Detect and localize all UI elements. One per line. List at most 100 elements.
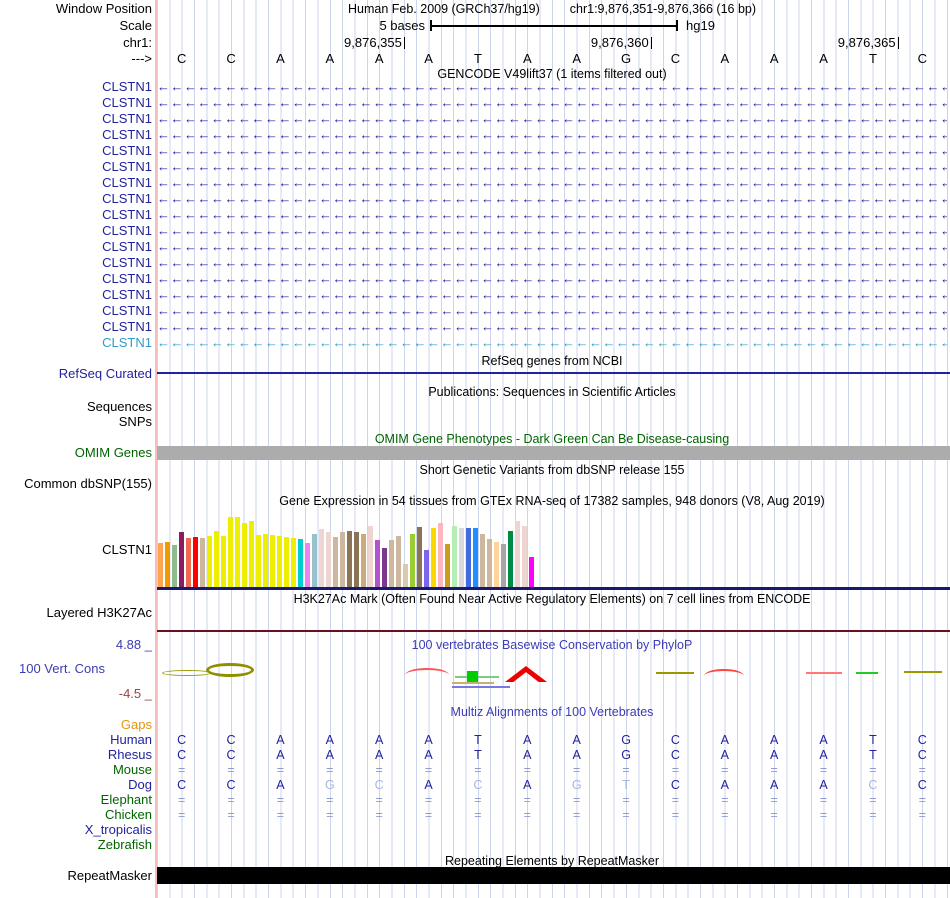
gtex-tissue-bar[interactable] [158, 543, 163, 587]
multiz-species-label[interactable]: Chicken [0, 808, 152, 822]
layered-h3k27ac-label[interactable]: Layered H3K27Ac [0, 606, 152, 620]
gencode-transcript-row[interactable]: ←←←←←←←←←←←←←←←←←←←←←←←←←←←←←←←←←←←←←←←←… [157, 96, 947, 110]
gtex-tissue-bar[interactable] [501, 544, 506, 587]
vert-cons-label[interactable]: 100 Vert. Cons [0, 662, 105, 676]
gtex-tissue-bar[interactable] [473, 528, 478, 587]
multiz-cell[interactable]: = [355, 793, 404, 807]
multiz-cell[interactable]: = [848, 763, 897, 777]
multiz-cell[interactable]: = [206, 808, 255, 822]
gtex-tissue-bar[interactable] [326, 532, 331, 587]
gtex-tissue-bar[interactable] [466, 528, 471, 587]
multiz-cell[interactable]: T [848, 748, 897, 762]
gencode-transcript-row[interactable]: ←←←←←←←←←←←←←←←←←←←←←←←←←←←←←←←←←←←←←←←←… [157, 272, 947, 286]
gencode-transcript-row[interactable]: ←←←←←←←←←←←←←←←←←←←←←←←←←←←←←←←←←←←←←←←←… [157, 288, 947, 302]
gtex-tissue-bar[interactable] [172, 545, 177, 587]
multiz-cell[interactable]: A [750, 733, 799, 747]
multiz-cell[interactable]: = [552, 763, 601, 777]
multiz-cell[interactable]: A [799, 778, 848, 792]
multiz-species-label[interactable]: Gaps [0, 718, 152, 732]
multiz-cell[interactable]: = [601, 763, 650, 777]
multiz-cell[interactable]: = [601, 808, 650, 822]
omim-track-title[interactable]: OMIM Gene Phenotypes - Dark Green Can Be… [157, 432, 947, 446]
gencode-item-label[interactable]: CLSTN1 [0, 128, 152, 142]
multiz-cell[interactable]: = [700, 808, 749, 822]
gencode-item-label[interactable]: CLSTN1 [0, 208, 152, 222]
multiz-cell[interactable]: = [750, 808, 799, 822]
gencode-transcript-row[interactable]: ←←←←←←←←←←←←←←←←←←←←←←←←←←←←←←←←←←←←←←←←… [157, 320, 947, 334]
multiz-cell[interactable]: = [799, 808, 848, 822]
multiz-species-label[interactable]: Mouse [0, 763, 152, 777]
multiz-cell[interactable]: = [305, 763, 354, 777]
phylop-glyph-line[interactable] [656, 672, 694, 674]
multiz-cell[interactable]: T [601, 778, 650, 792]
multiz-cell[interactable]: G [601, 733, 650, 747]
multiz-cell[interactable]: = [700, 763, 749, 777]
gtex-tissue-bar[interactable] [396, 536, 401, 587]
gtex-tissue-bar[interactable] [340, 532, 345, 587]
multiz-cell[interactable]: T [453, 733, 502, 747]
multiz-cell[interactable]: C [453, 778, 502, 792]
multiz-cell[interactable]: A [355, 748, 404, 762]
sequence-base[interactable]: C [157, 52, 206, 66]
sequence-base[interactable]: C [898, 52, 947, 66]
gtex-tissue-bar[interactable] [284, 537, 289, 587]
multiz-species-label[interactable]: Elephant [0, 793, 152, 807]
dbsnp-track-title[interactable]: Short Genetic Variants from dbSNP releas… [157, 463, 947, 477]
sequence-base[interactable]: A [750, 52, 799, 66]
gtex-tissue-bar[interactable] [165, 542, 170, 587]
multiz-cell[interactable]: A [552, 748, 601, 762]
multiz-cell[interactable]: = [305, 808, 354, 822]
gencode-item-label[interactable]: CLSTN1 [0, 288, 152, 302]
multiz-cell[interactable]: = [898, 808, 947, 822]
gtex-tissue-bar[interactable] [249, 521, 254, 587]
sequence-base[interactable]: A [404, 52, 453, 66]
gtex-tissue-bar[interactable] [228, 517, 233, 587]
multiz-cell[interactable]: A [503, 733, 552, 747]
gtex-tissue-bar[interactable] [361, 534, 366, 587]
multiz-cell[interactable]: = [750, 763, 799, 777]
gtex-tissue-bar[interactable] [375, 540, 380, 587]
sequence-base[interactable]: A [700, 52, 749, 66]
multiz-cell[interactable]: A [256, 733, 305, 747]
gencode-transcript-row[interactable]: ←←←←←←←←←←←←←←←←←←←←←←←←←←←←←←←←←←←←←←←←… [157, 160, 947, 174]
gencode-transcript-row[interactable]: ←←←←←←←←←←←←←←←←←←←←←←←←←←←←←←←←←←←←←←←←… [157, 112, 947, 126]
phylop-glyph-line[interactable] [904, 671, 942, 673]
gtex-tissue-bar[interactable] [270, 535, 275, 587]
sequence-base[interactable]: T [453, 52, 502, 66]
gencode-item-label[interactable]: CLSTN1 [0, 96, 152, 110]
multiz-cell[interactable]: C [355, 778, 404, 792]
multiz-cell[interactable]: = [503, 793, 552, 807]
sequence-base[interactable]: A [552, 52, 601, 66]
multiz-cell[interactable]: = [601, 793, 650, 807]
refseq-curated-label[interactable]: RefSeq Curated [0, 367, 152, 381]
gencode-item-label[interactable]: CLSTN1 [0, 176, 152, 190]
gtex-tissue-bar[interactable] [186, 538, 191, 587]
multiz-cell[interactable]: = [898, 793, 947, 807]
multiz-cell[interactable]: = [453, 763, 502, 777]
multiz-cell[interactable]: C [206, 778, 255, 792]
gtex-tissue-bar[interactable] [207, 536, 212, 587]
gtex-tissue-bar[interactable] [214, 531, 219, 587]
gtex-tissue-bar[interactable] [221, 536, 226, 587]
multiz-cell[interactable]: C [651, 733, 700, 747]
multiz-cell[interactable]: = [503, 763, 552, 777]
multiz-species-label[interactable]: Rhesus [0, 748, 152, 762]
h3k27ac-track-title[interactable]: H3K27Ac Mark (Often Found Near Active Re… [157, 592, 947, 606]
gencode-transcript-row[interactable]: ←←←←←←←←←←←←←←←←←←←←←←←←←←←←←←←←←←←←←←←←… [157, 192, 947, 206]
gtex-tissue-bar[interactable] [515, 521, 520, 587]
multiz-cell[interactable]: T [453, 748, 502, 762]
multiz-cell[interactable]: A [355, 733, 404, 747]
multiz-cell[interactable]: = [157, 763, 206, 777]
multiz-cell[interactable]: T [848, 733, 897, 747]
gencode-transcript-row[interactable]: ←←←←←←←←←←←←←←←←←←←←←←←←←←←←←←←←←←←←←←←←… [157, 240, 947, 254]
gtex-tissue-bar[interactable] [305, 543, 310, 587]
multiz-cell[interactable]: = [700, 793, 749, 807]
gtex-gene-label[interactable]: CLSTN1 [0, 543, 152, 557]
multiz-cell[interactable]: = [750, 793, 799, 807]
multiz-cell[interactable]: = [651, 808, 700, 822]
multiz-cell[interactable]: A [503, 748, 552, 762]
gencode-transcript-row[interactable]: ←←←←←←←←←←←←←←←←←←←←←←←←←←←←←←←←←←←←←←←←… [157, 176, 947, 190]
multiz-cell[interactable]: = [157, 793, 206, 807]
gencode-item-label[interactable]: CLSTN1 [0, 336, 152, 350]
sequence-base[interactable]: C [651, 52, 700, 66]
